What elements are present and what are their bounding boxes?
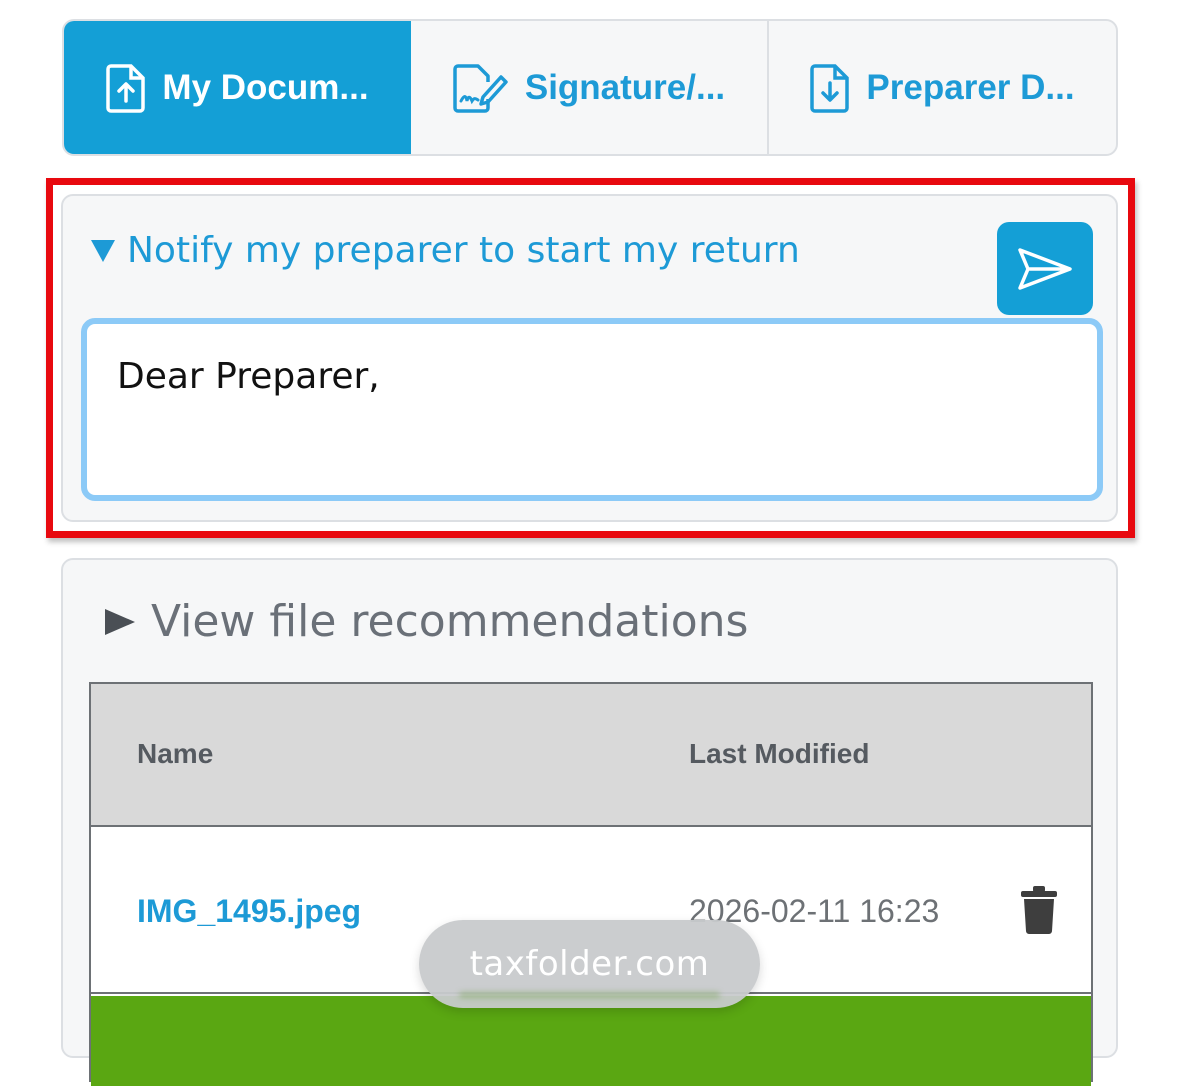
- table-header: Name Last Modified: [91, 684, 1091, 827]
- browser-url-pill[interactable]: taxfolder.com: [419, 920, 760, 1008]
- highlight-frame: [46, 178, 1135, 538]
- column-header-last-modified[interactable]: Last Modified: [689, 738, 869, 770]
- file-recommendations-label: View file recommendations: [151, 596, 749, 647]
- upload-document-icon: [106, 63, 146, 113]
- download-document-icon: [810, 63, 850, 113]
- tab-my-documents[interactable]: My Docum...: [64, 21, 411, 154]
- caret-right-icon: [105, 608, 135, 635]
- browser-url-text: taxfolder.com: [469, 944, 710, 984]
- trash-icon[interactable]: [1021, 885, 1057, 935]
- tab-preparer-documents-label: Preparer D...: [866, 67, 1075, 107]
- tab-signature-label: Signature/...: [524, 67, 726, 107]
- file-table: Name Last Modified IMG_1495.jpeg 2026-02…: [89, 682, 1093, 1086]
- document-tabs: My Docum... Signature/... Preparer D...: [62, 19, 1118, 156]
- tab-my-documents-label: My Docum...: [162, 67, 369, 107]
- column-header-name[interactable]: Name: [137, 738, 213, 770]
- file-name-link[interactable]: IMG_1495.jpeg: [137, 893, 361, 930]
- tab-signature[interactable]: Signature/...: [411, 21, 769, 154]
- tab-preparer-documents[interactable]: Preparer D...: [769, 21, 1116, 154]
- success-bar: [91, 996, 1091, 1086]
- sign-document-icon: [453, 63, 508, 113]
- file-recommendations-toggle[interactable]: View file recommendations: [105, 596, 748, 647]
